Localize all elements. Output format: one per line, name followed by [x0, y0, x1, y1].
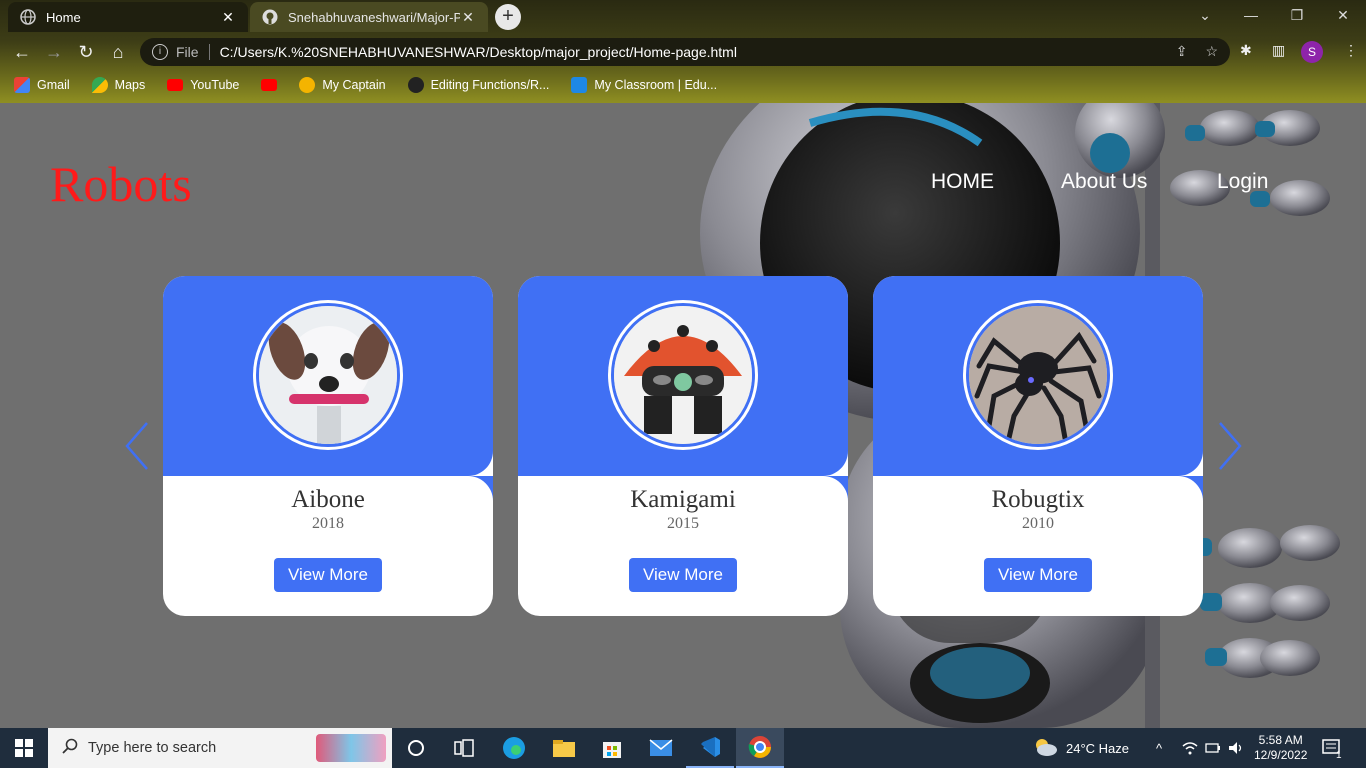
- web-page: Robots HOME About Us Login Aibone 2018 V…: [0, 103, 1366, 728]
- nav-login[interactable]: Login: [1217, 170, 1268, 194]
- search-icon: [62, 738, 78, 758]
- new-tab-button[interactable]: +: [495, 4, 521, 30]
- file-explorer-icon[interactable]: [540, 728, 588, 768]
- bookmark-youtube[interactable]: YouTube: [167, 78, 239, 92]
- view-more-button[interactable]: View More: [274, 558, 382, 592]
- notification-center-icon[interactable]: 1: [1322, 728, 1342, 768]
- card-year: 2018: [312, 515, 344, 532]
- edu-icon: [571, 77, 588, 93]
- robot-card: Aibone 2018 View More: [163, 276, 493, 616]
- tab-github[interactable]: Snehabhuvaneshwari/Major-Proj ✕: [250, 2, 488, 32]
- tab-title: Snehabhuvaneshwari/Major-Proj: [288, 9, 460, 25]
- globe-icon: [20, 9, 36, 25]
- github-icon: [262, 9, 278, 25]
- robot-dog-image: [256, 303, 400, 447]
- youtube-icon: [167, 79, 184, 91]
- store-icon[interactable]: [588, 728, 636, 768]
- back-icon[interactable]: ←: [10, 40, 34, 64]
- slider-prev-icon[interactable]: [123, 421, 153, 471]
- card-title: Robugtix: [991, 486, 1085, 513]
- bookmark-youtube-2[interactable]: [261, 79, 278, 91]
- close-icon[interactable]: ✕: [220, 9, 236, 26]
- bookmark-star-icon[interactable]: ☆: [1205, 43, 1218, 60]
- chrome-icon[interactable]: [736, 728, 784, 768]
- url-text[interactable]: C:/Users/K.%20SNEHABHUVANESHWAR/Desktop/…: [220, 44, 737, 60]
- scheme-label: File: [176, 44, 199, 60]
- slider-next-icon[interactable]: [1214, 421, 1244, 471]
- reload-icon[interactable]: ↻: [74, 40, 98, 64]
- extensions-icon[interactable]: ✱: [1240, 42, 1252, 59]
- wifi-icon[interactable]: [1182, 728, 1198, 768]
- card-avatar: [608, 300, 758, 450]
- tab-home[interactable]: Home ✕: [8, 2, 248, 32]
- search-placeholder: Type here to search: [88, 740, 217, 756]
- windows-start-icon[interactable]: [0, 728, 48, 768]
- search-highlight-icon: [316, 734, 386, 762]
- notification-count: 1: [1336, 749, 1342, 761]
- vscode-icon[interactable]: [686, 728, 734, 768]
- view-more-button[interactable]: View More: [984, 558, 1092, 592]
- card-year: 2010: [1022, 515, 1054, 532]
- info-icon[interactable]: i: [152, 44, 168, 60]
- clock-time: 5:58 AM: [1258, 733, 1303, 747]
- ladybug-robot-image: [611, 303, 755, 447]
- tab-title: Home: [46, 9, 81, 25]
- browser-toolbar: ← → ↻ ⌂ i File C:/Users/K.%20SNEHABHUVAN…: [0, 34, 1366, 70]
- clock[interactable]: 5:58 AM 12/9/2022: [1254, 728, 1307, 768]
- nav-about-us[interactable]: About Us: [1061, 170, 1147, 194]
- mycaptain-icon: [299, 77, 316, 93]
- minimize-button[interactable]: —: [1228, 0, 1274, 30]
- restore-button[interactable]: ❐: [1274, 0, 1320, 30]
- bookmarks-bar: Gmail Maps YouTube My Captain Editing Fu…: [0, 72, 1366, 98]
- bookmark-editing-functions[interactable]: Editing Functions/R...: [407, 77, 549, 93]
- nav-home[interactable]: HOME: [931, 170, 994, 194]
- card-title: Kamigami: [630, 486, 736, 513]
- gmail-icon: [14, 77, 30, 93]
- site-logo[interactable]: Robots: [50, 155, 192, 213]
- weather-haze-icon: [1032, 737, 1058, 760]
- forward-icon[interactable]: →: [42, 40, 66, 64]
- bookmark-maps[interactable]: Maps: [91, 77, 145, 93]
- divider: [208, 44, 210, 60]
- close-window-button[interactable]: ✕: [1320, 0, 1366, 30]
- tab-strip: Home ✕ Snehabhuvaneshwari/Major-Proj ✕ +…: [0, 0, 1366, 34]
- close-icon[interactable]: ✕: [460, 9, 476, 26]
- card-title: Aibone: [291, 486, 365, 513]
- share-icon[interactable]: ⇪: [1176, 43, 1188, 60]
- bookmark-mycaptain[interactable]: My Captain: [299, 77, 386, 93]
- view-more-button[interactable]: View More: [629, 558, 737, 592]
- edge-icon[interactable]: [490, 728, 538, 768]
- card-avatar: [253, 300, 403, 450]
- home-icon[interactable]: ⌂: [106, 40, 130, 64]
- spider-robot-image: [966, 303, 1110, 447]
- taskbar-search-input[interactable]: Type here to search: [48, 728, 392, 768]
- tab-search-icon[interactable]: ⌄: [1182, 0, 1228, 30]
- task-view-icon[interactable]: [440, 728, 488, 768]
- windows-taskbar: Type here to search 24°C Haze ^ 5:58 AM …: [0, 728, 1366, 768]
- card-avatar: [963, 300, 1113, 450]
- menu-icon[interactable]: ⋮: [1344, 42, 1358, 59]
- battery-icon[interactable]: [1205, 728, 1221, 768]
- bookmark-gmail[interactable]: Gmail: [14, 77, 70, 93]
- robot-card: Kamigami 2015 View More: [518, 276, 848, 616]
- address-bar[interactable]: i File C:/Users/K.%20SNEHABHUVANESHWAR/D…: [140, 38, 1230, 66]
- volume-icon[interactable]: [1228, 728, 1244, 768]
- profile-avatar[interactable]: S: [1301, 41, 1323, 63]
- card-year: 2015: [667, 515, 699, 532]
- bookmark-my-classroom[interactable]: My Classroom | Edu...: [571, 77, 717, 93]
- browser-chrome: Home ✕ Snehabhuvaneshwari/Major-Proj ✕ +…: [0, 0, 1366, 103]
- maps-icon: [91, 77, 108, 93]
- side-panel-icon[interactable]: ▥: [1272, 42, 1285, 59]
- clock-date: 12/9/2022: [1254, 748, 1308, 762]
- github-icon: [407, 77, 424, 93]
- weather-widget[interactable]: 24°C Haze: [1032, 728, 1129, 768]
- show-hidden-icons[interactable]: ^: [1156, 728, 1162, 768]
- weather-text: 24°C Haze: [1066, 740, 1130, 756]
- robot-card: Robugtix 2010 View More: [873, 276, 1203, 616]
- youtube-icon: [261, 79, 278, 91]
- mail-icon[interactable]: [637, 728, 685, 768]
- cortana-icon[interactable]: [392, 728, 440, 768]
